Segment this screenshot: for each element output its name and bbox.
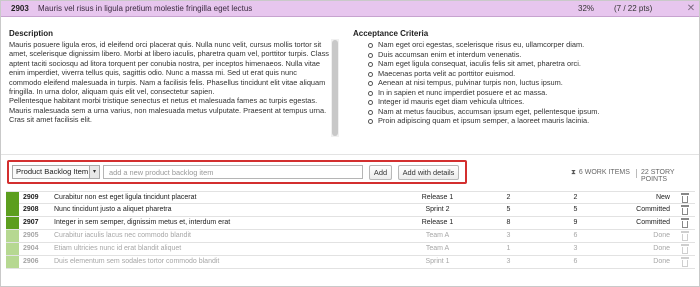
row-iteration: Release 1 <box>421 194 454 201</box>
row-iteration: Release 1 <box>421 219 454 226</box>
row-points: 3 <box>506 258 511 265</box>
acceptance-item: Proin adipiscing quam et ipsum semper, a… <box>368 116 688 126</box>
trash-icon[interactable] <box>681 257 689 267</box>
row-id: 2908 <box>23 206 39 213</box>
status-color-bar <box>6 243 19 255</box>
acceptance-item: Integer id mauris eget diam vehicula ult… <box>368 97 688 107</box>
acceptance-item: Nam eget orci egestas, scelerisque risus… <box>368 40 688 50</box>
chevron-down-icon[interactable]: ▾ <box>89 166 99 178</box>
toolbar-divider <box>1 154 699 155</box>
row-id: 2906 <box>23 258 39 265</box>
acceptance-item: Duis accumsan enim et interdum venenatis… <box>368 50 688 60</box>
table-row[interactable]: 2908 Nunc tincidunt justo a aliquet phar… <box>6 204 695 217</box>
item-id: 2903 <box>11 4 29 13</box>
description-paragraph: Pellentesque habitant morbi tristique se… <box>9 96 327 125</box>
add-with-details-button[interactable]: Add with details <box>398 165 459 180</box>
acceptance-item: Maecenas porta velit ac porttitor euismo… <box>368 69 688 79</box>
status-color-bar <box>6 204 19 216</box>
acceptance-item: Aenean at nisi tempus, pulvinar turpis n… <box>368 78 688 88</box>
table-row[interactable]: 2904 Etiam ultricies nunc id erat blandi… <box>6 243 695 256</box>
row-value: 9 <box>573 219 578 226</box>
table-row[interactable]: 2906 Duis elementum sem sodales tortor c… <box>6 256 695 269</box>
row-id: 2905 <box>23 232 39 239</box>
add-button[interactable]: Add <box>369 165 392 180</box>
status-color-bar <box>6 217 19 229</box>
row-iteration: Sprint 2 <box>425 206 450 213</box>
table-row[interactable]: 2905 Curabitur iaculis lacus nec commodo… <box>6 230 695 243</box>
acceptance-list: Nam eget orci egestas, scelerisque risus… <box>368 40 688 126</box>
new-item-input[interactable] <box>103 165 363 179</box>
row-title[interactable]: Integer in sem semper, dignissim metus e… <box>54 219 230 226</box>
description-text[interactable]: Mauris posuere ligula eros, id eleifend … <box>9 40 330 136</box>
trash-icon[interactable] <box>681 193 689 203</box>
work-items-label: 6 WORK ITEMS <box>578 169 630 176</box>
trash-icon[interactable] <box>681 231 689 241</box>
work-item-type-select[interactable]: Product Backlog Item <box>12 165 100 179</box>
row-iteration: Sprint 1 <box>425 258 450 265</box>
row-value: 3 <box>573 245 578 252</box>
trash-icon[interactable] <box>681 205 689 215</box>
row-title[interactable]: Etiam ultricies nunc id erat blandit ali… <box>54 245 181 252</box>
row-status: Committed <box>636 219 670 226</box>
description-scroll-thumb[interactable] <box>332 40 338 136</box>
acceptance-item: Nam eget ligula consequat, iaculis felis… <box>368 59 688 69</box>
row-id: 2909 <box>23 194 39 201</box>
work-items-table: 2909 Curabitur non est eget ligula tinci… <box>6 191 695 269</box>
trash-icon[interactable] <box>681 244 689 254</box>
row-title[interactable]: Curabitur non est eget ligula tincidunt … <box>54 194 196 201</box>
progress-points: (7 / 22 pts) <box>614 4 653 13</box>
row-id: 2907 <box>23 219 39 226</box>
row-value: 6 <box>573 258 578 265</box>
stat-divider <box>636 169 637 178</box>
status-color-bar <box>6 230 19 242</box>
row-points: 2 <box>506 194 511 201</box>
row-points: 1 <box>506 245 511 252</box>
progress-percent: 32% <box>578 4 595 13</box>
description-paragraph: Mauris posuere ligula eros, id eleifend … <box>9 40 329 97</box>
row-title[interactable]: Duis elementum sem sodales tortor commod… <box>54 258 219 265</box>
row-id: 2904 <box>23 245 39 252</box>
trash-icon[interactable] <box>681 218 689 228</box>
row-iteration: Team A <box>425 232 450 239</box>
acceptance-heading: Acceptance Criteria <box>353 29 429 38</box>
item-title[interactable]: Mauris vel risus in ligula pretium moles… <box>38 4 252 13</box>
status-color-bar <box>6 256 19 268</box>
table-row[interactable]: 2909 Curabitur non est eget ligula tinci… <box>6 191 695 204</box>
row-status: New <box>655 194 670 201</box>
status-color-bar <box>6 192 19 204</box>
row-value: 6 <box>573 232 578 239</box>
row-points: 8 <box>506 219 511 226</box>
acceptance-item: Nam at metus faucibus, accumsan ipsum eg… <box>368 107 688 117</box>
row-value: 5 <box>573 206 578 213</box>
row-status: Done <box>653 258 670 265</box>
row-iteration: Team A <box>425 245 450 252</box>
row-status: Done <box>653 245 670 252</box>
table-row[interactable]: 2907 Integer in sem semper, dignissim me… <box>6 217 695 230</box>
row-points: 5 <box>506 206 511 213</box>
row-points: 3 <box>506 232 511 239</box>
story-points-count: 22 STORY POINTS <box>641 169 675 183</box>
row-title[interactable]: Nunc tincidunt justo a aliquet pharetra <box>54 206 172 213</box>
row-status: Committed <box>636 206 670 213</box>
description-heading: Description <box>9 29 54 38</box>
work-items-count: ⧗ 6 WORK ITEMS <box>571 169 630 177</box>
hourglass-icon: ⧗ <box>571 169 576 176</box>
row-title[interactable]: Curabitur iaculis lacus nec commodo blan… <box>54 232 191 239</box>
row-value: 2 <box>573 194 578 201</box>
row-status: Done <box>653 232 670 239</box>
close-icon[interactable]: ✕ <box>685 2 697 15</box>
item-header[interactable]: 2903 Mauris vel risus in ligula pretium … <box>1 1 699 17</box>
acceptance-item: In in sapien et nunc imperdiet posuere e… <box>368 88 688 98</box>
